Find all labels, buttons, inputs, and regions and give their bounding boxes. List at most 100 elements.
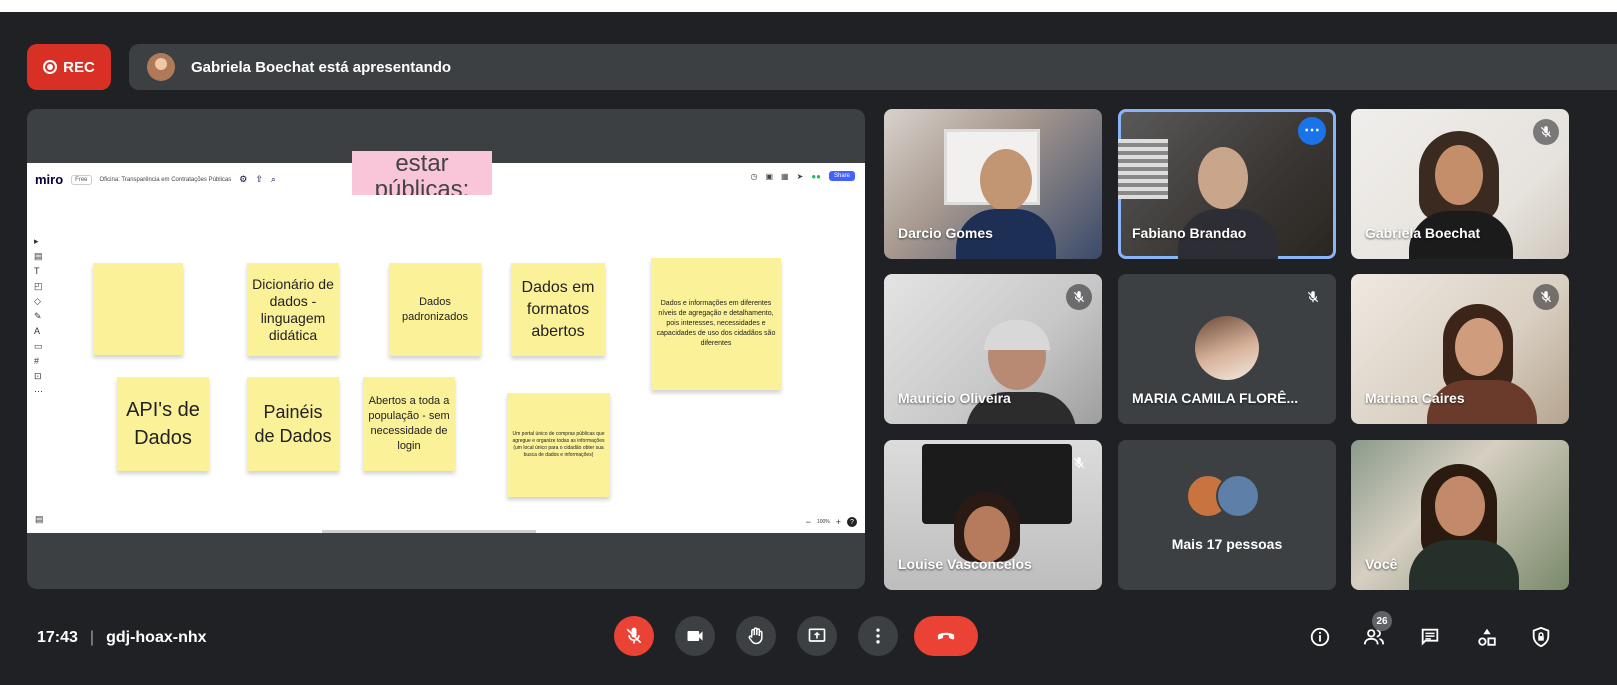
- camera-button[interactable]: [675, 616, 715, 656]
- sticky-note[interactable]: Dados em formatos abertos: [511, 263, 605, 356]
- miro-toolbar-right: ◷ ▣ ▦ ➤ ●● Share: [751, 171, 855, 181]
- more-vert-icon: [876, 628, 880, 644]
- sticky-tool-icon[interactable]: ◰: [34, 282, 43, 291]
- upload-tool-icon[interactable]: ⊡: [34, 372, 43, 381]
- settings-icon[interactable]: ⚙: [239, 174, 247, 185]
- participant-tile-others[interactable]: Mais 17 pessoas: [1118, 440, 1336, 590]
- chat-icon: [1421, 628, 1439, 646]
- mic-off-icon: [1066, 284, 1092, 310]
- upload-icon[interactable]: ⇧: [255, 174, 263, 185]
- mic-off-icon: [1533, 119, 1559, 145]
- people-button[interactable]: 26: [1360, 611, 1392, 651]
- participant-face: [964, 506, 1010, 562]
- sticky-note[interactable]: Dados padronizados: [389, 263, 481, 356]
- participant-tile[interactable]: Mauricio Oliveira: [884, 274, 1102, 424]
- zoom-in-icon[interactable]: +: [836, 517, 841, 527]
- participant-body: [1409, 540, 1519, 590]
- presenter-avatar: [147, 53, 175, 81]
- letter-tool-icon[interactable]: A: [34, 327, 43, 336]
- plan-badge: Free: [71, 174, 92, 185]
- meeting-time: 17:43: [37, 629, 78, 646]
- share-button[interactable]: Share: [828, 171, 855, 181]
- mic-off-icon: [1300, 284, 1326, 310]
- more-people-label: Mais 17 pessoas: [1171, 536, 1283, 552]
- participant-name: Louise Vasconcelos: [898, 556, 1032, 572]
- comment-tool-icon[interactable]: ▭: [34, 342, 43, 351]
- avatar: [1216, 474, 1260, 518]
- participant-tile[interactable]: Darcio Gomes: [884, 109, 1102, 259]
- recording-label: REC: [63, 58, 95, 76]
- mic-off-icon: [1066, 450, 1092, 476]
- participant-count-badge: 26: [1372, 611, 1392, 631]
- recording-indicator: REC: [27, 44, 111, 90]
- chat-button[interactable]: [1416, 623, 1444, 651]
- shared-screen[interactable]: estar públicas: miro Free Oficina: Trans…: [27, 109, 865, 589]
- participant-name: MARIA CAMILA FLORÊ...: [1132, 390, 1299, 406]
- participant-face: [1435, 476, 1485, 536]
- participant-name: Mariana Caires: [1365, 390, 1465, 406]
- miro-tools-left: ▸ ▤ T ◰ ◇ ✎ A ▭ # ⊡ ⋯: [34, 237, 43, 396]
- meeting-code: gdj-hoax-nhx: [106, 629, 207, 646]
- pen-tool-icon[interactable]: ✎: [34, 312, 43, 321]
- miro-board[interactable]: estar públicas: miro Free Oficina: Trans…: [27, 151, 865, 533]
- participant-face: [1455, 318, 1503, 376]
- participant-name: Você: [1365, 556, 1398, 572]
- present-screen-button[interactable]: [797, 616, 837, 656]
- cursor-icon[interactable]: ➤: [797, 172, 804, 181]
- miro-logo: miro: [35, 172, 64, 187]
- hang-up-icon: [937, 632, 955, 640]
- collaborators-icon[interactable]: ●●: [811, 172, 821, 181]
- board-name[interactable]: Oficina: Transparência em Contratações P…: [100, 177, 232, 183]
- frames-icon[interactable]: ▣: [765, 172, 773, 181]
- host-controls-button[interactable]: [1527, 623, 1555, 651]
- shapes-icon: [1478, 628, 1496, 646]
- control-bar: 17:43 | gdj-hoax-nhx 26: [0, 609, 1617, 685]
- participant-tile-self[interactable]: Você: [1351, 440, 1569, 590]
- participant-tile[interactable]: MARIA CAMILA FLORÊ...: [1118, 274, 1336, 424]
- more-options-button[interactable]: [858, 616, 898, 656]
- participant-tile[interactable]: Gabriela Boechat: [1351, 109, 1569, 259]
- more-tools-icon[interactable]: ⋯: [34, 387, 43, 396]
- select-tool-icon[interactable]: ▸: [34, 237, 43, 246]
- sticky-note[interactable]: Abertos a toda a população - sem necessi…: [363, 377, 455, 471]
- activities-button[interactable]: [1473, 623, 1501, 651]
- zoom-out-icon[interactable]: −: [806, 517, 811, 527]
- participant-name: Mauricio Oliveira: [898, 390, 1011, 406]
- participant-tile[interactable]: Mariana Caires: [1351, 274, 1569, 424]
- frame-tool-icon[interactable]: ▤: [34, 252, 43, 261]
- sticky-note[interactable]: Dicionário de dados - linguagem didática: [247, 263, 339, 356]
- grid-icon[interactable]: ▦: [781, 172, 789, 181]
- leave-call-button[interactable]: [914, 616, 978, 656]
- mic-off-button[interactable]: [614, 616, 654, 656]
- board-scrollbar[interactable]: [322, 530, 536, 533]
- participant-tile-speaking[interactable]: ⋯ Fabiano Brandao: [1118, 109, 1336, 259]
- help-icon[interactable]: ?: [847, 517, 857, 527]
- grid-tool-icon[interactable]: #: [34, 357, 43, 366]
- sticky-note[interactable]: Painéis de Dados: [247, 377, 339, 471]
- presenter-bar: Gabriela Boechat está apresentando: [129, 44, 1617, 90]
- camera-icon: [687, 631, 703, 641]
- participant-name: Gabriela Boechat: [1365, 225, 1481, 241]
- search-icon[interactable]: ⌕: [271, 174, 276, 185]
- shape-tool-icon[interactable]: ◇: [34, 297, 43, 306]
- sticky-note[interactable]: API's de Dados: [117, 377, 209, 471]
- raise-hand-button[interactable]: [736, 616, 776, 656]
- meet-window: REC Gabriela Boechat está apresentando e…: [0, 12, 1617, 685]
- hand-icon: [748, 627, 763, 645]
- zoom-controls: − 100% + ?: [806, 517, 857, 527]
- mic-off-icon: [626, 627, 642, 644]
- miro-header: miro Free Oficina: Transparência em Cont…: [35, 172, 276, 187]
- info-icon: [1310, 627, 1330, 647]
- more-options-icon[interactable]: ⋯: [1298, 117, 1326, 145]
- participant-tile[interactable]: Louise Vasconcelos: [884, 440, 1102, 590]
- text-tool-icon[interactable]: T: [34, 267, 43, 276]
- participant-face: [1435, 145, 1483, 205]
- board-menu-icon[interactable]: ▤: [35, 514, 44, 525]
- presenter-text: Gabriela Boechat está apresentando: [191, 58, 452, 76]
- sticky-note[interactable]: Dados e informações em diferentes níveis…: [651, 258, 781, 390]
- mic-off-icon: [1533, 284, 1559, 310]
- sticky-note-empty[interactable]: [93, 263, 183, 355]
- meeting-details-button[interactable]: [1306, 623, 1334, 651]
- sticky-note[interactable]: Um portal único de compras públicas que …: [507, 393, 610, 497]
- timer-icon[interactable]: ◷: [751, 172, 758, 181]
